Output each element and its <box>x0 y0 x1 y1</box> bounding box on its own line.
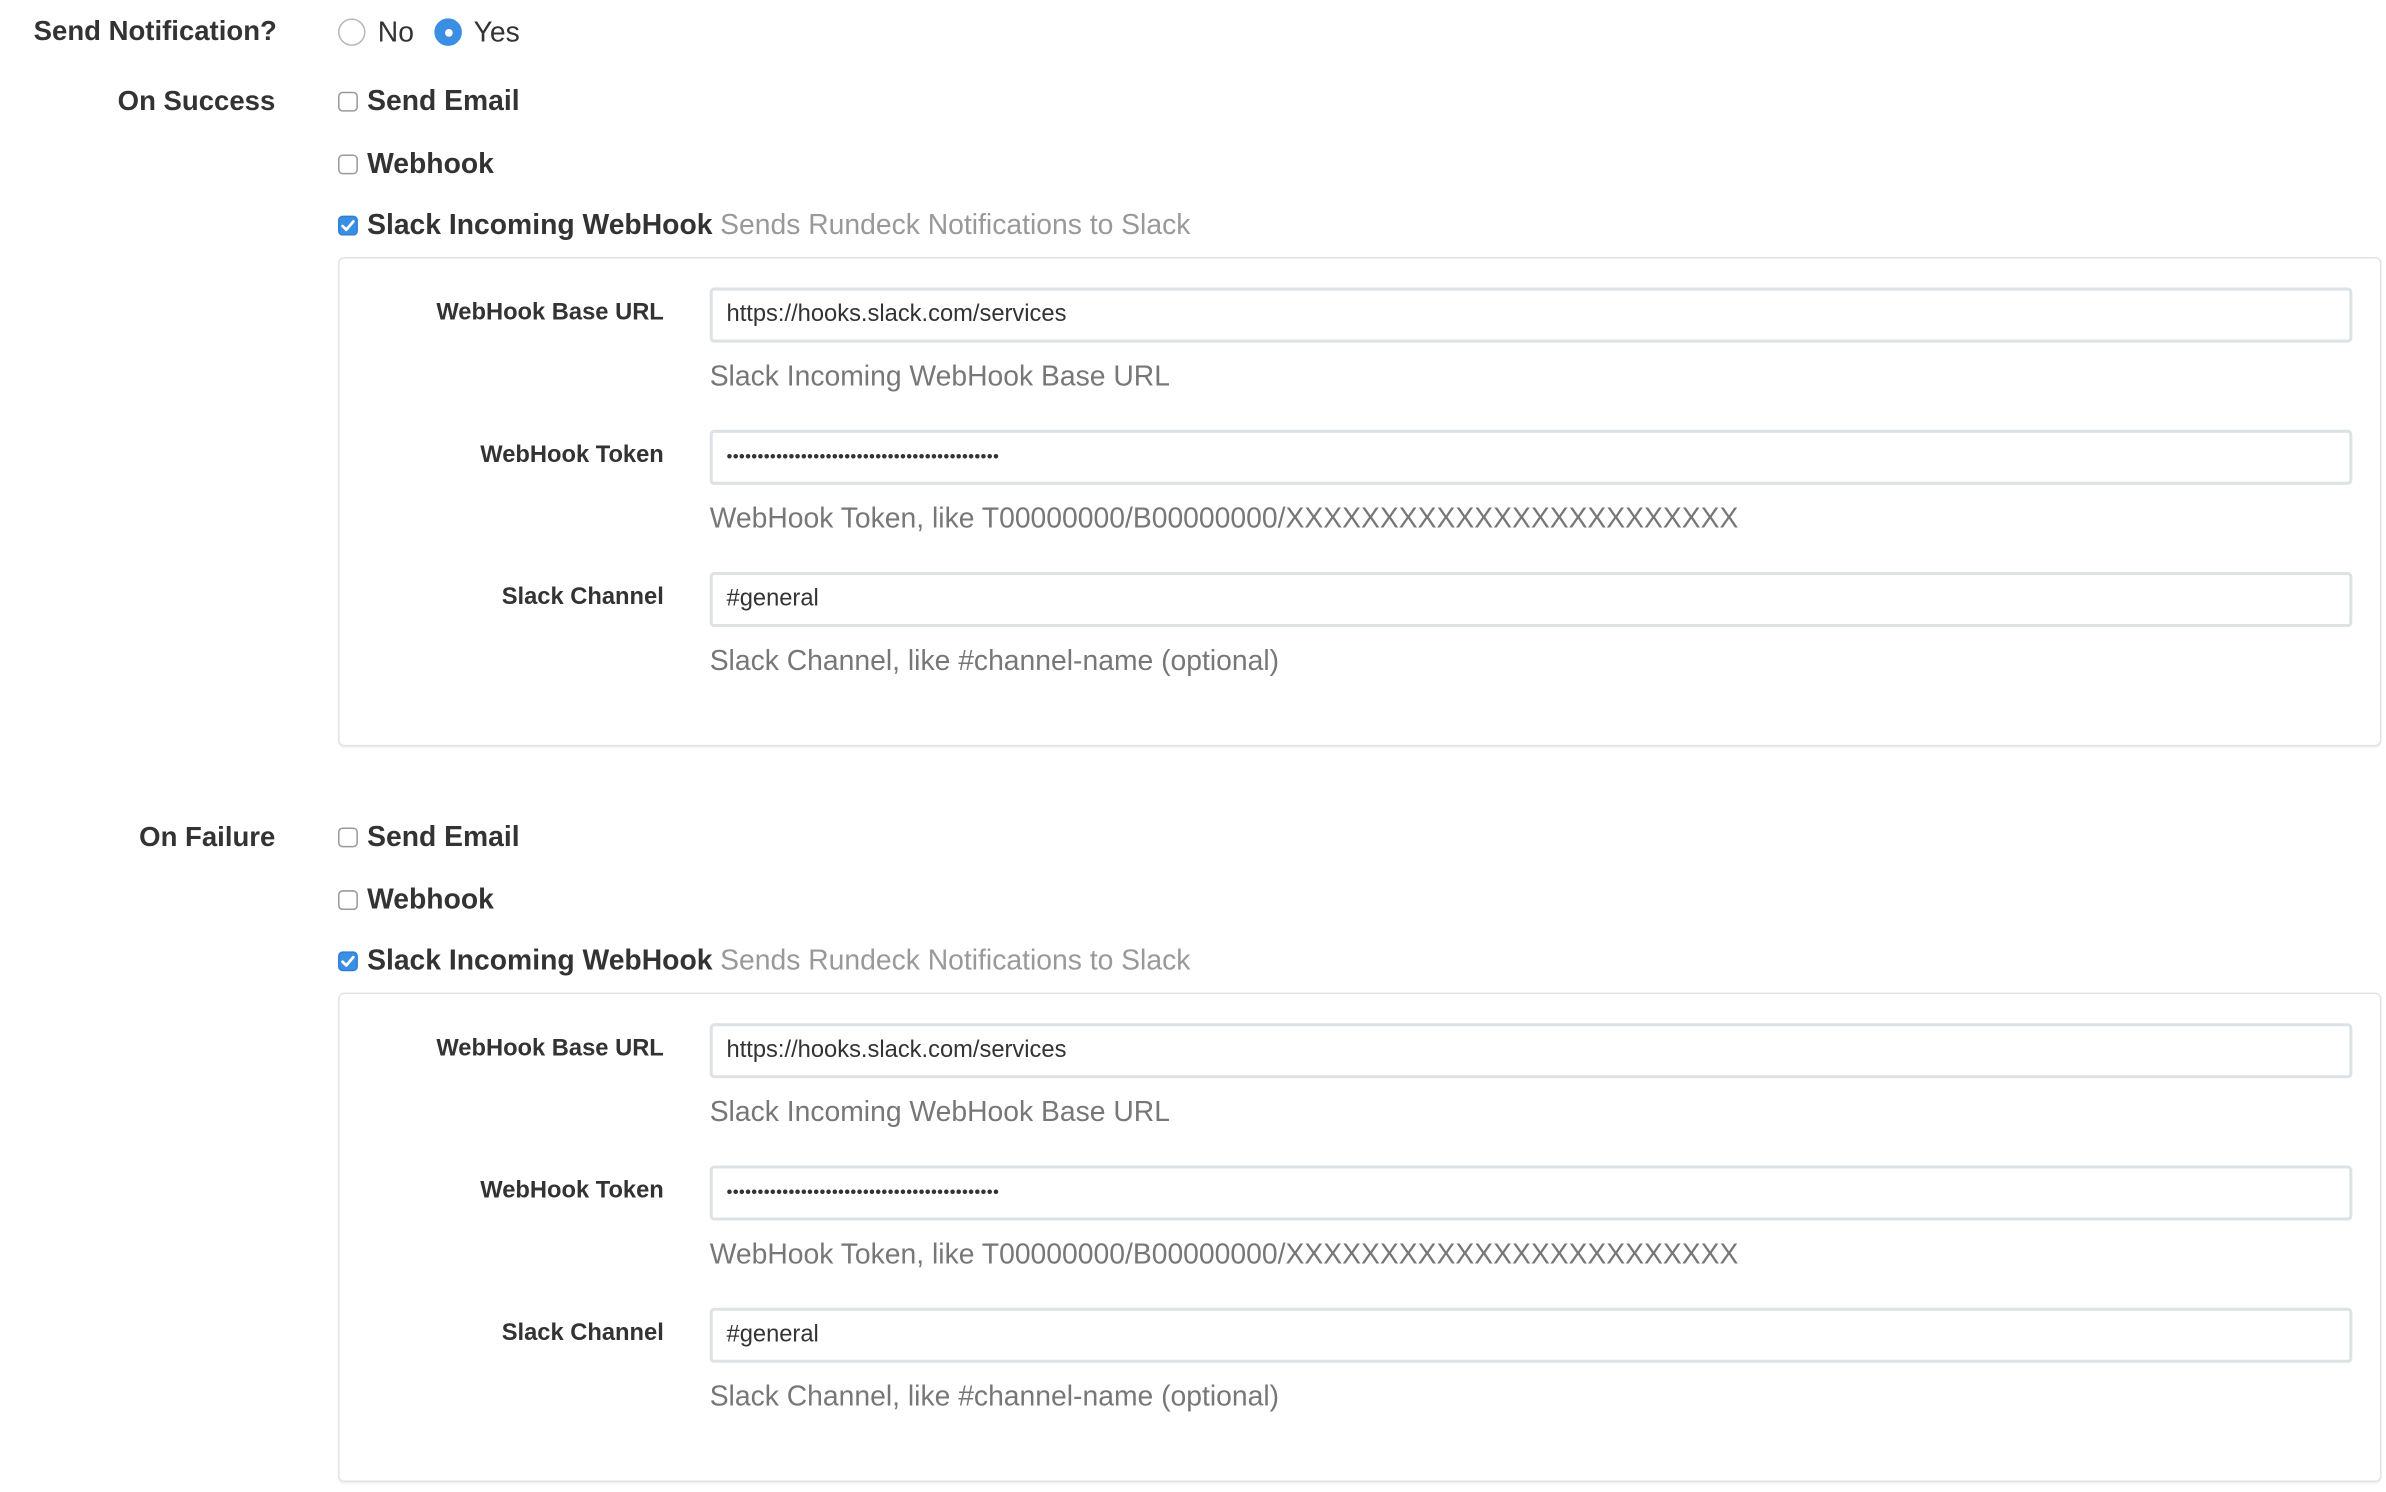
notification-settings-form: Send Notification? No Yes On Success Sen… <box>0 0 2386 1491</box>
webhook-base-url-label: WebHook Base URL <box>436 1035 664 1062</box>
webhook-label: Webhook <box>367 146 494 179</box>
slack-config-panel-success: WebHook Base URL Slack Incoming WebHook … <box>338 256 2382 747</box>
webhook-token-help: WebHook Token, like T00000000/B00000000/… <box>709 501 1739 534</box>
slack-webhook-label: Slack Incoming WebHook <box>367 943 713 976</box>
webhook-base-url-input[interactable] <box>709 287 2353 343</box>
checkbox-webhook-failure[interactable] <box>338 889 358 910</box>
webhook-label: Webhook <box>367 882 494 915</box>
slack-config-panel-failure: WebHook Base URL Slack Incoming WebHook … <box>338 992 2382 1483</box>
send-email-label: Send Email <box>367 819 520 852</box>
slack-channel-label: Slack Channel <box>501 1319 664 1346</box>
option-slack-failure[interactable]: Slack Incoming WebHook Sends Rundeck Not… <box>338 944 1190 978</box>
webhook-token-label: WebHook Token <box>480 1177 664 1204</box>
checkbox-slack-failure[interactable] <box>338 950 358 971</box>
option-send-email-success[interactable]: Send Email <box>338 84 520 118</box>
slack-channel-input[interactable] <box>709 572 2353 628</box>
on-failure-label: On Failure <box>139 821 276 852</box>
option-slack-success[interactable]: Slack Incoming WebHook Sends Rundeck Not… <box>338 208 1190 242</box>
webhook-base-url-help: Slack Incoming WebHook Base URL <box>709 359 1170 392</box>
slack-webhook-description: Sends Rundeck Notifications to Slack <box>720 943 1191 976</box>
option-send-email-failure[interactable]: Send Email <box>338 820 520 854</box>
checkbox-webhook-success[interactable] <box>338 153 358 174</box>
slack-channel-help: Slack Channel, like #channel-name (optio… <box>709 643 1280 677</box>
slack-webhook-description: Sends Rundeck Notifications to Slack <box>720 208 1191 241</box>
webhook-token-label: WebHook Token <box>480 442 664 469</box>
on-success-section: On Success Send Email Webhook Slack Inco… <box>0 0 2386 765</box>
checkmark-icon <box>341 955 355 967</box>
checkbox-send-email-failure[interactable] <box>338 826 358 847</box>
checkbox-send-email-success[interactable] <box>338 91 358 111</box>
option-webhook-success[interactable]: Webhook <box>338 147 494 181</box>
checkbox-slack-success[interactable] <box>338 214 358 235</box>
webhook-base-url-label: WebHook Base URL <box>436 299 664 326</box>
checkmark-icon <box>341 219 355 231</box>
webhook-token-help: WebHook Token, like T00000000/B00000000/… <box>709 1237 1739 1270</box>
on-failure-section: On Failure Send Email Webhook Slack Inco… <box>0 736 2386 1492</box>
send-email-label: Send Email <box>367 84 520 117</box>
webhook-base-url-help: Slack Incoming WebHook Base URL <box>709 1095 1170 1128</box>
webhook-base-url-input[interactable] <box>709 1023 2353 1079</box>
slack-channel-help: Slack Channel, like #channel-name (optio… <box>709 1379 1280 1412</box>
on-success-label: On Success <box>117 85 276 117</box>
slack-channel-label: Slack Channel <box>501 584 664 611</box>
webhook-token-input[interactable] <box>709 429 2353 485</box>
webhook-token-input[interactable] <box>709 1165 2353 1221</box>
slack-channel-input[interactable] <box>709 1307 2353 1363</box>
option-webhook-failure[interactable]: Webhook <box>338 883 494 917</box>
slack-webhook-label: Slack Incoming WebHook <box>367 208 713 241</box>
